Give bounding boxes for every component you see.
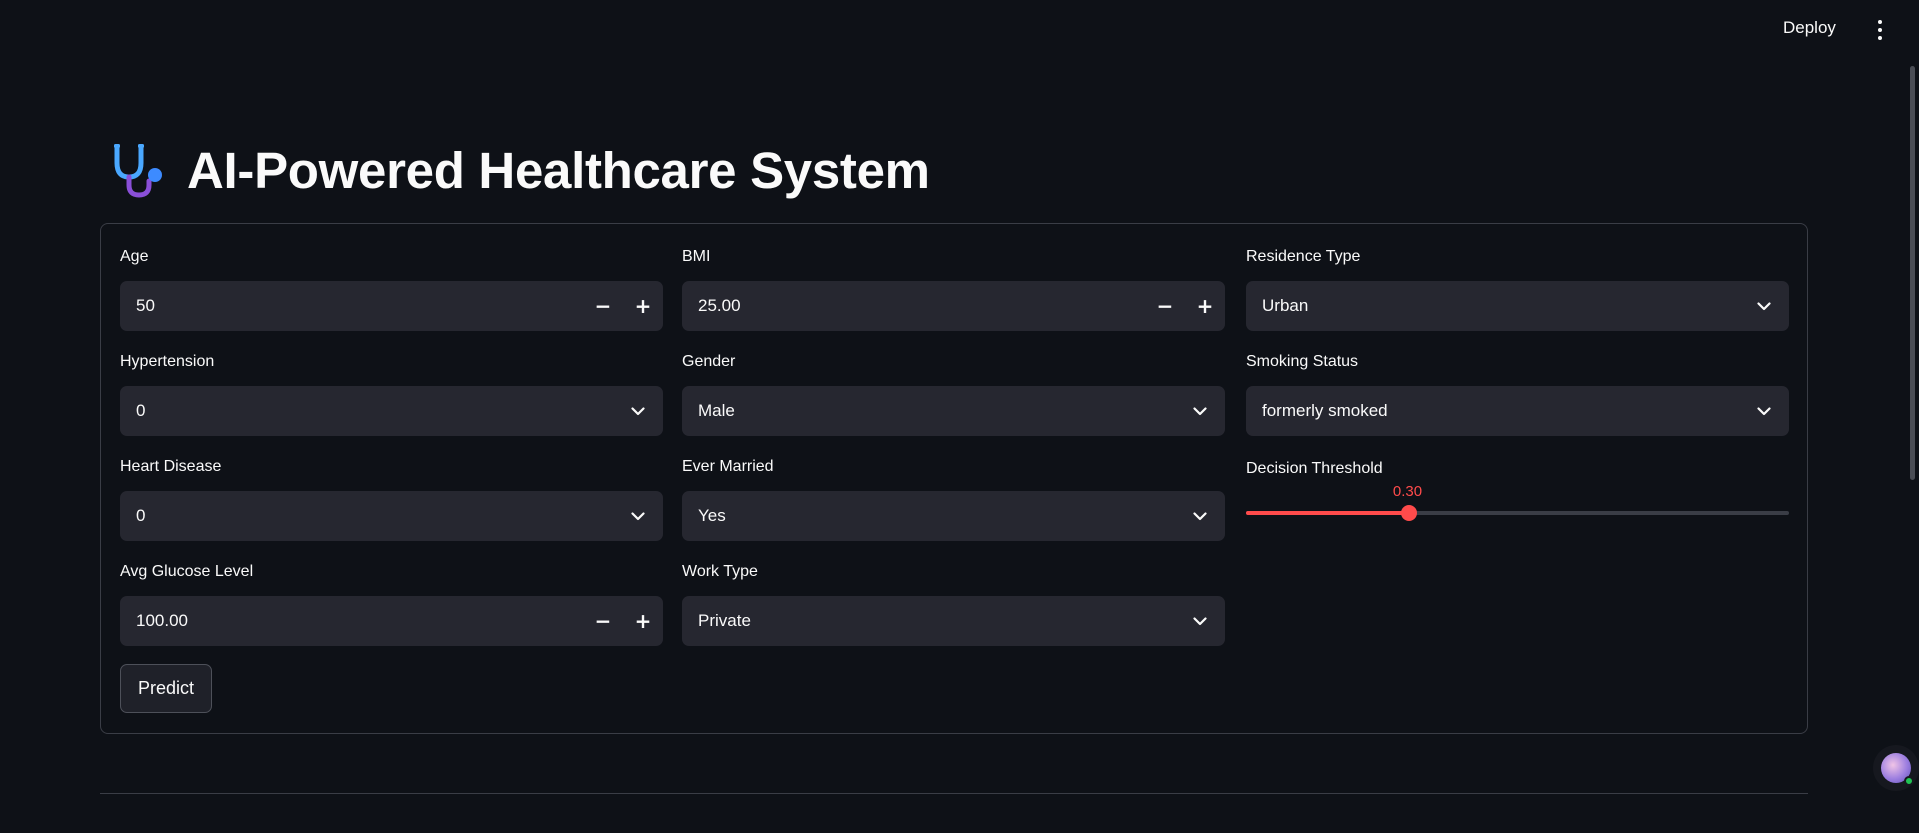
heart-disease-label: Heart Disease — [120, 458, 222, 475]
deploy-button[interactable]: Deploy — [1783, 18, 1836, 38]
gender-value: Male — [698, 401, 735, 420]
header-toolbar: Deploy — [0, 0, 1919, 60]
chevron-down-icon[interactable] — [1175, 386, 1225, 436]
plus-icon[interactable]: + — [623, 281, 663, 331]
chevron-down-icon[interactable] — [1739, 281, 1789, 331]
avg-glucose-level-field: Avg Glucose Level 100.00 − + — [120, 562, 663, 646]
age-field: Age 50 − + — [120, 247, 663, 331]
slider-thumb[interactable] — [1400, 505, 1417, 521]
page-title: AI-Powered Healthcare System — [187, 141, 930, 199]
hypertension-label: Hypertension — [120, 353, 215, 370]
divider — [100, 793, 1808, 794]
page-header: AI-Powered Healthcare System — [107, 130, 930, 210]
work-type-label: Work Type — [682, 563, 758, 580]
avg-glucose-level-value[interactable]: 100.00 — [120, 611, 583, 631]
age-input[interactable]: 50 − + — [120, 281, 663, 331]
kebab-menu-icon[interactable] — [1875, 20, 1885, 40]
online-status-dot — [1904, 776, 1914, 786]
residence-type-field: Residence Type Urban — [1246, 247, 1789, 331]
smoking-status-field: Smoking Status formerly smoked — [1246, 352, 1789, 436]
ever-married-label: Ever Married — [682, 458, 774, 475]
smoking-status-label: Smoking Status — [1246, 353, 1359, 370]
chevron-down-icon[interactable] — [613, 491, 663, 541]
predict-button[interactable]: Predict — [120, 664, 212, 713]
decision-threshold-label: Decision Threshold — [1246, 460, 1383, 477]
heart-disease-select[interactable]: 0 — [120, 491, 663, 541]
residence-type-value: Urban — [1262, 296, 1309, 315]
bmi-field: BMI 25.00 − + — [682, 247, 1225, 331]
bmi-input[interactable]: 25.00 − + — [682, 281, 1225, 331]
decision-threshold-slider[interactable] — [1246, 505, 1789, 521]
work-type-value: Private — [698, 611, 751, 630]
heart-disease-value: 0 — [136, 506, 146, 525]
ever-married-select[interactable]: Yes — [682, 491, 1225, 541]
work-type-select[interactable]: Private — [682, 596, 1225, 646]
hypertension-value: 0 — [136, 401, 146, 420]
chevron-down-icon[interactable] — [1175, 596, 1225, 646]
bmi-label: BMI — [682, 248, 711, 265]
chevron-down-icon[interactable] — [1739, 386, 1789, 436]
residence-type-select[interactable]: Urban — [1246, 281, 1789, 331]
decision-threshold-value: 0.30 — [1392, 483, 1423, 500]
avg-glucose-level-label: Avg Glucose Level — [120, 563, 254, 580]
avatar — [1881, 753, 1914, 786]
decision-threshold-field: Decision Threshold 0.30 — [1246, 459, 1789, 539]
work-type-field: Work Type Private — [682, 562, 1225, 646]
ever-married-value: Yes — [698, 506, 726, 525]
ever-married-field: Ever Married Yes — [682, 457, 1225, 541]
assistant-avatar-button[interactable] — [1873, 745, 1919, 791]
age-value[interactable]: 50 — [120, 296, 583, 316]
page-scrollbar[interactable] — [1910, 66, 1915, 480]
gender-select[interactable]: Male — [682, 386, 1225, 436]
hypertension-field: Hypertension 0 — [120, 352, 663, 436]
avg-glucose-level-input[interactable]: 100.00 − + — [120, 596, 663, 646]
minus-icon[interactable]: − — [583, 281, 623, 331]
bmi-value[interactable]: 25.00 — [682, 296, 1145, 316]
smoking-status-value: formerly smoked — [1262, 401, 1388, 420]
hypertension-select[interactable]: 0 — [120, 386, 663, 436]
age-label: Age — [120, 248, 149, 265]
minus-icon[interactable]: − — [1145, 281, 1185, 331]
chevron-down-icon[interactable] — [613, 386, 663, 436]
plus-icon[interactable]: + — [1185, 281, 1225, 331]
chevron-down-icon[interactable] — [1175, 491, 1225, 541]
stethoscope-icon — [114, 144, 162, 198]
heart-disease-field: Heart Disease 0 — [120, 457, 663, 541]
smoking-status-select[interactable]: formerly smoked — [1246, 386, 1789, 436]
plus-icon[interactable]: + — [623, 596, 663, 646]
gender-field: Gender Male — [682, 352, 1225, 436]
residence-type-label: Residence Type — [1246, 248, 1361, 265]
gender-label: Gender — [682, 353, 736, 370]
slider-fill — [1246, 511, 1409, 515]
minus-icon[interactable]: − — [583, 596, 623, 646]
